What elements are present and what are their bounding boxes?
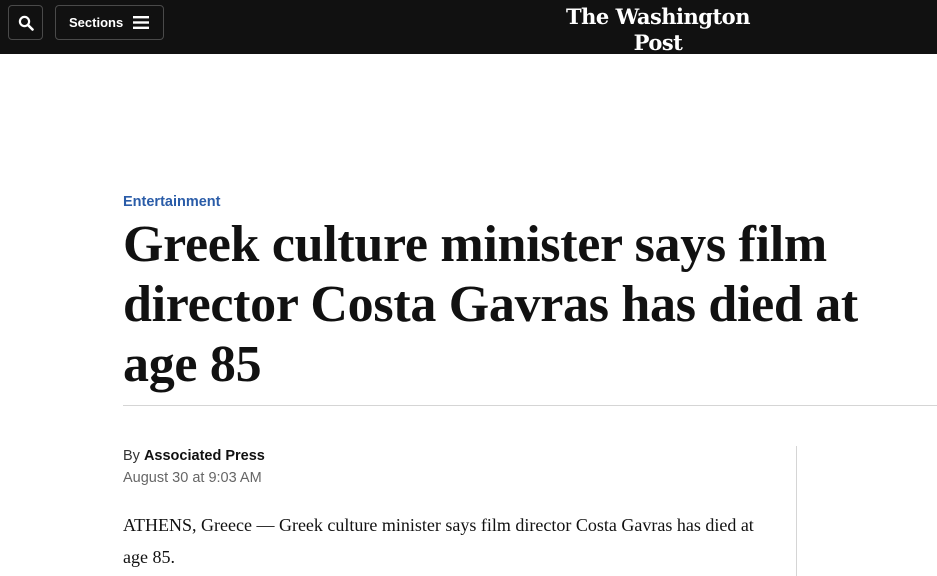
- section-kicker-link[interactable]: Entertainment: [123, 194, 221, 210]
- logo-wordmark: The Washington Post: [566, 4, 750, 55]
- headline-divider: [123, 405, 937, 406]
- sections-label: Sections: [69, 15, 124, 30]
- washington-post-logo[interactable]: The Washington Post Democracy Dies in Da…: [540, 4, 776, 72]
- byline-prefix: By: [123, 448, 140, 464]
- search-button[interactable]: [8, 5, 43, 40]
- search-icon: [18, 15, 34, 31]
- hamburger-icon: [133, 16, 150, 29]
- byline: By Associated Press: [123, 448, 265, 464]
- tagline: Democracy Dies in Darkness: [581, 56, 735, 71]
- publish-timestamp: August 30 at 9:03 AM: [123, 470, 262, 486]
- article-headline: Greek culture minister says film directo…: [123, 216, 858, 393]
- sidebar-divider: [796, 446, 797, 576]
- author-link[interactable]: Associated Press: [144, 448, 265, 464]
- article-body-paragraph: ATHENS, Greece — Greek culture minister …: [123, 515, 754, 567]
- sections-menu-button[interactable]: Sections: [55, 5, 164, 40]
- top-navigation-bar: Sections The Washington Post Democracy D…: [0, 0, 937, 71]
